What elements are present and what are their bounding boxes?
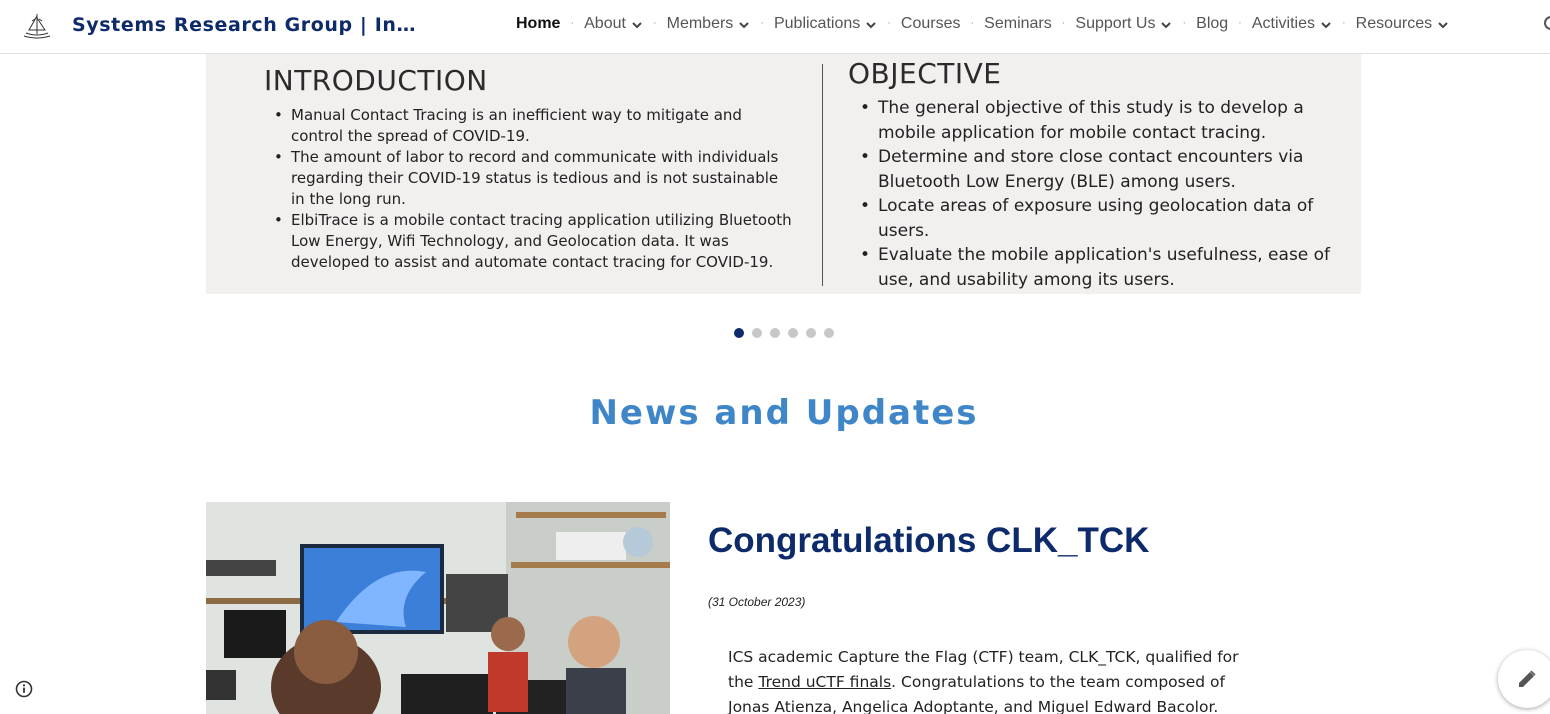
chevron-down-icon — [1321, 22, 1331, 29]
introduction-list: Manual Contact Tracing is an inefficient… — [274, 105, 794, 273]
nav-activities[interactable]: Activities — [1252, 15, 1332, 33]
nav-label: Home — [516, 15, 561, 32]
article-body: ICS academic Capture the Flag (CTF) team… — [728, 645, 1248, 714]
chevron-down-icon — [1161, 22, 1172, 29]
list-item: The amount of labor to record and commun… — [274, 147, 794, 210]
nav-publications[interactable]: Publications — [774, 15, 877, 33]
nav-separator: · — [1238, 17, 1242, 29]
chevron-down-icon — [739, 22, 750, 29]
carousel-dot-3[interactable] — [769, 327, 781, 339]
nav-label: Members — [666, 15, 734, 32]
article-title[interactable]: Congratulations CLK_TCK — [708, 521, 1149, 561]
article-date: (31 October 2023) — [708, 595, 806, 609]
nav-label: Seminars — [984, 15, 1052, 32]
nav-label: Resources — [1355, 15, 1433, 32]
list-item: Evaluate the mobile application's useful… — [860, 243, 1355, 292]
nav-label: Blog — [1196, 15, 1229, 32]
carousel-dot-6[interactable] — [823, 327, 835, 339]
carousel-dot-4[interactable] — [787, 327, 799, 339]
nav-label: Support Us — [1075, 15, 1156, 32]
column-divider — [822, 64, 823, 286]
trend-uctf-finals-link[interactable]: Trend uCTF finals — [758, 673, 891, 691]
institute-logo[interactable] — [20, 10, 54, 42]
edit-button[interactable] — [1498, 650, 1550, 708]
nav-label: Activities — [1251, 15, 1315, 32]
team-photo — [206, 502, 670, 714]
nav-label: Courses — [900, 15, 961, 32]
nav-about[interactable]: About — [584, 15, 643, 33]
list-item: Locate areas of exposure using geolocati… — [860, 194, 1355, 243]
list-item: Manual Contact Tracing is an inefficient… — [274, 105, 794, 147]
carousel-dot-1[interactable] — [733, 327, 745, 339]
carousel-slide[interactable]: INTRODUCTION Manual Contact Tracing is a… — [206, 54, 1361, 294]
carousel-indicators — [733, 327, 835, 339]
nav-separator: · — [1341, 17, 1346, 29]
nav-separator: · — [1182, 17, 1187, 29]
nav-resources[interactable]: Resources — [1356, 15, 1449, 33]
team-photo-illustration — [206, 502, 670, 714]
nav-separator: · — [970, 17, 975, 29]
nav-label: Publications — [773, 15, 861, 32]
carousel-dot-2[interactable] — [751, 327, 763, 339]
site-title[interactable]: Systems Research Group | Instit… — [72, 14, 422, 36]
objective-list: The general objective of this study is t… — [860, 96, 1355, 292]
carousel-dot-5[interactable] — [805, 327, 817, 339]
list-item: ElbiTrace is a mobile contact tracing ap… — [274, 210, 794, 273]
info-icon[interactable] — [15, 680, 33, 698]
nav-members[interactable]: Members — [667, 15, 751, 33]
search-icon[interactable] — [1544, 16, 1550, 30]
objective-heading: OBJECTIVE — [848, 57, 1002, 90]
pencil-icon — [1519, 670, 1536, 687]
chevron-down-icon — [1438, 22, 1448, 29]
news-heading: News and Updates — [589, 393, 979, 433]
introduction-heading: INTRODUCTION — [264, 64, 488, 97]
list-item: Determine and store close contact encoun… — [860, 145, 1355, 194]
nav-separator: · — [760, 17, 764, 29]
chevron-down-icon — [632, 22, 642, 29]
nav-separator: · — [570, 17, 575, 29]
nav-home[interactable]: Home — [516, 15, 560, 33]
nav-separator: · — [887, 17, 891, 29]
nav-courses[interactable]: Courses — [901, 15, 961, 33]
nav-seminars[interactable]: Seminars — [984, 15, 1052, 33]
nav-separator: · — [652, 17, 657, 29]
site-header: Systems Research Group | Instit… Home · … — [0, 0, 1550, 54]
nav-separator: · — [1061, 17, 1066, 29]
main-nav: Home · About · Members · Publications · … — [516, 15, 1449, 33]
list-item: The general objective of this study is t… — [860, 96, 1355, 145]
nav-blog[interactable]: Blog — [1196, 15, 1228, 33]
chevron-down-icon — [866, 22, 876, 29]
nav-support-us[interactable]: Support Us — [1075, 15, 1172, 33]
nav-label: About — [584, 15, 626, 32]
